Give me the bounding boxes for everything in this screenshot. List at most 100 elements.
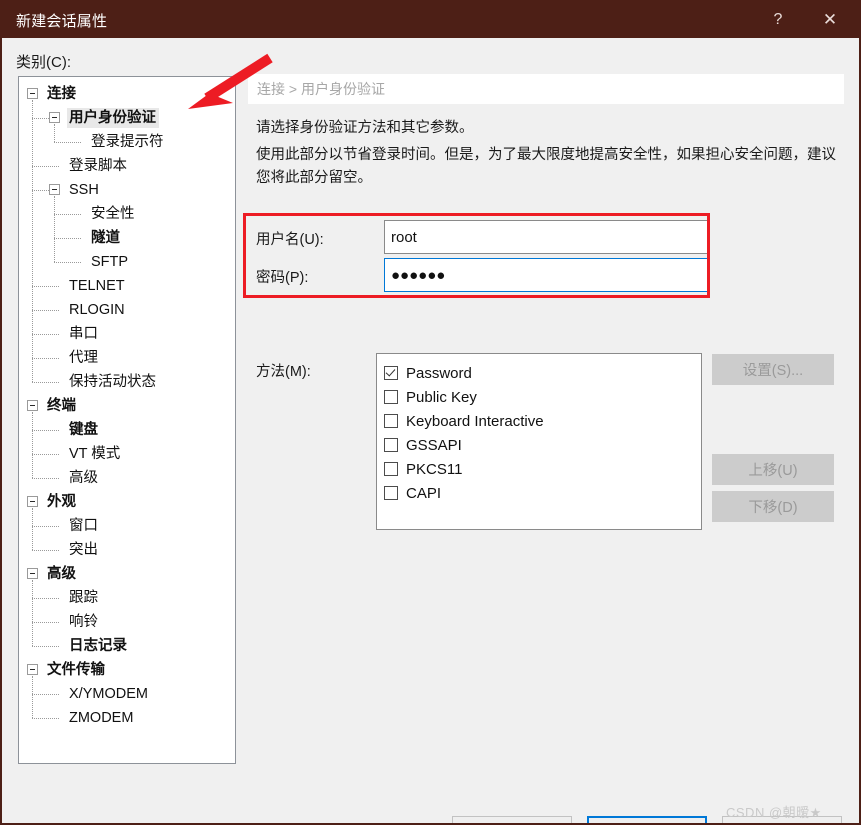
tree-connector [32,118,49,120]
method-item-5[interactable]: CAPI [384,481,701,505]
watermark: CSDN @朝暧★ [726,805,822,820]
tree-item-label: X/YMODEM [69,686,148,702]
category-tree-panel[interactable]: 连接 用户身份验证 登录提示符 登录脚本 SSH 安全性 隧道 SFTP TELNET RLOGI… [18,76,236,764]
tree-item-5[interactable]: 安全性 [19,202,235,226]
settings-pane: 连接 > 用户身份验证 请选择身份验证方法和其它参数。 使用此部分以节省登录时间… [248,74,844,764]
tree-item-label: SSH [69,182,99,198]
tree-item-label: 安全性 [91,206,135,222]
tree-item-17[interactable]: 外观 [19,490,235,514]
tree-item-label: 终端 [47,398,76,414]
tree-item-4[interactable]: SSH [19,178,235,202]
settings-button[interactable]: 设置(S)... [712,354,834,385]
tree-item-13[interactable]: 终端 [19,394,235,418]
tree-item-20[interactable]: 高级 [19,562,235,586]
tree-connector-vertical [32,412,34,478]
tree-connector [32,286,59,288]
breadcrumb: 连接 > 用户身份验证 [248,74,844,104]
tree-item-2[interactable]: 登录提示符 [19,130,235,154]
method-item-label: GSSAPI [406,436,462,454]
method-item-2[interactable]: Keyboard Interactive [384,409,701,433]
tree-connector [32,310,59,312]
close-icon[interactable]: ✕ [807,2,853,38]
method-item-3[interactable]: GSSAPI [384,433,701,457]
method-item-label: Keyboard Interactive [406,412,544,430]
tree-item-label: 连接 [47,86,76,102]
method-item-0[interactable]: Password [384,361,701,385]
tree-expander-collapse-icon[interactable] [49,112,60,123]
tree-item-24[interactable]: 文件传输 [19,658,235,682]
checkbox-unchecked-icon[interactable] [384,438,398,452]
tree-connector [54,214,81,216]
username-row: 用户名(U): [256,220,726,258]
password-row: 密码(P): [256,258,726,296]
tree-item-6[interactable]: 隧道 [19,226,235,250]
tree-expander-collapse-icon[interactable] [49,184,60,195]
category-tree: 连接 用户身份验证 登录提示符 登录脚本 SSH 安全性 隧道 SFTP TELNET RLOGI… [19,77,235,730]
tree-item-0[interactable]: 连接 [19,82,235,106]
tree-item-label: 串口 [69,326,98,342]
tree-connector-vertical [32,100,34,382]
method-item-label: Public Key [406,388,477,406]
tree-item-label: 键盘 [69,422,98,438]
tree-item-label: 跟踪 [69,590,98,606]
checkbox-unchecked-icon[interactable] [384,414,398,428]
tree-item-label: 窗口 [69,518,98,534]
tree-item-label: 登录脚本 [69,158,127,174]
tree-expander-collapse-icon[interactable] [27,496,38,507]
tree-item-label: SFTP [91,254,129,270]
dialog-body: 类别(C): 连接 用户身份验证 登录提示符 登录脚本 SSH 安全性 隧道 SFTP TELN… [2,38,859,823]
session-properties-window: 新建会话属性 ? ✕ 类别(C): 连接 用户身份验证 登录提示符 登录脚本 SSH 安全… [0,0,861,825]
tree-connector [32,718,59,720]
method-item-label: Password [406,364,472,382]
tree-expander-collapse-icon[interactable] [27,400,38,411]
description-line-2: 使用此部分以节省登录时间。但是，为了最大限度地提高安全性，如果担心安全问题，建议… [256,147,836,186]
checkbox-checked-icon[interactable] [384,366,398,380]
category-label: 类别(C): [16,54,71,71]
tree-item-label: ZMODEM [69,710,134,726]
tree-item-label: 响铃 [69,614,98,630]
tree-connector [32,430,59,432]
tree-item-label: 代理 [69,350,98,366]
tree-expander-collapse-icon[interactable] [27,664,38,675]
tree-expander-collapse-icon[interactable] [27,88,38,99]
tree-connector-vertical [32,580,34,646]
checkbox-unchecked-icon[interactable] [384,486,398,500]
tree-connector [32,550,59,552]
method-item-label: PKCS11 [406,460,463,478]
tree-connector [32,358,59,360]
method-item-label: CAPI [406,484,442,502]
tree-connector-vertical [54,124,56,142]
tree-connector [32,694,59,696]
tree-item-label: 突出 [69,542,98,558]
tree-expander-collapse-icon[interactable] [27,568,38,579]
credentials-group: 用户名(U): 密码(P): [256,220,726,296]
password-input[interactable] [384,258,708,292]
tree-item-label: 外观 [47,494,76,510]
move-down-button[interactable]: 下移(D) [712,491,834,522]
method-item-4[interactable]: PKCS11 [384,457,701,481]
methods-list[interactable]: Password Public Key Keyboard Interactive GS… [376,353,702,530]
tree-connector [54,238,81,240]
checkbox-unchecked-icon[interactable] [384,462,398,476]
tree-item-label: 高级 [69,470,98,486]
tree-item-label: VT 模式 [69,446,121,462]
tree-connector [32,166,59,168]
tree-item-7[interactable]: SFTP [19,250,235,274]
checkbox-unchecked-icon[interactable] [384,390,398,404]
methods-label: 方法(M): [256,364,311,380]
tree-item-label: 登录提示符 [91,134,164,150]
tree-connector-vertical [32,676,34,718]
move-up-button[interactable]: 上移(U) [712,454,834,485]
username-input[interactable] [384,220,708,254]
tree-connector [32,622,59,624]
help-icon[interactable]: ? [755,2,801,38]
tree-connector-vertical [54,196,56,262]
connect-button[interactable]: 连接 [452,816,572,823]
method-item-1[interactable]: Public Key [384,385,701,409]
tree-item-1[interactable]: 用户身份验证 [19,106,235,130]
tree-connector [32,478,59,480]
tree-connector [32,598,59,600]
tree-item-label: 用户身份验证 [67,108,159,128]
ok-button[interactable]: 确定 [587,816,707,823]
tree-item-label: RLOGIN [69,302,125,318]
